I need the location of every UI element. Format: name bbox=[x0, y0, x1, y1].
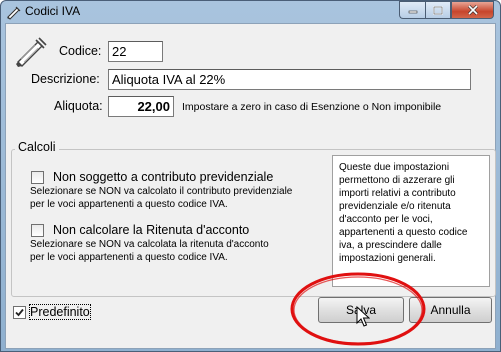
ritenuta-label[interactable]: Non calcolare la Ritenuta d'acconto bbox=[53, 223, 249, 237]
contributo-desc-line-2: per le voci appartenenti a questo codice… bbox=[30, 199, 228, 210]
contributo-desc-line-1: Selezionare se NON va calcolato il contr… bbox=[30, 186, 293, 197]
checkmark-icon bbox=[15, 308, 24, 317]
contributo-description: Selezionare se NON va calcolato il contr… bbox=[30, 185, 340, 211]
ritenuta-checkbox[interactable] bbox=[31, 224, 44, 237]
pen-icon bbox=[7, 6, 21, 20]
contributo-label[interactable]: Non soggetto a contributo previdenziale bbox=[53, 170, 273, 184]
contributo-checkbox[interactable] bbox=[31, 171, 44, 184]
close-button[interactable] bbox=[451, 1, 494, 19]
aliquota-hint: Impostare a zero in caso di Esenzione o … bbox=[182, 101, 442, 113]
ritenuta-description: Selezionare se NON va calcolata la riten… bbox=[30, 238, 340, 264]
annulla-button[interactable]: Annulla bbox=[409, 297, 492, 323]
close-icon bbox=[467, 5, 478, 15]
dialog-window: Codici IVA Codice: 22 Descrizione: Aliqu… bbox=[0, 0, 501, 352]
codice-field[interactable]: 22 bbox=[108, 41, 163, 62]
window-controls bbox=[399, 1, 494, 19]
window-title: Codici IVA bbox=[25, 4, 81, 18]
ritenuta-desc-line-2: per le voci appartenenti a questo codice… bbox=[30, 252, 228, 263]
predefinito-label[interactable]: Predefinito bbox=[29, 304, 91, 320]
dialog-body: Codice: 22 Descrizione: Aliquota IVA al … bbox=[5, 23, 496, 349]
maximize-icon bbox=[433, 5, 443, 15]
predefinito-checkbox[interactable] bbox=[13, 306, 26, 319]
mouse-cursor-icon bbox=[356, 306, 370, 327]
minimize-button[interactable] bbox=[399, 1, 425, 19]
aliquota-field[interactable]: 22,00 bbox=[108, 96, 174, 117]
maximize-button[interactable] bbox=[425, 1, 451, 19]
aliquota-label: Aliquota: bbox=[54, 99, 103, 113]
calcoli-title: Calcoli bbox=[15, 140, 59, 154]
pen-icon bbox=[16, 37, 47, 67]
descrizione-field[interactable]: Aliquota IVA al 22% bbox=[108, 69, 471, 90]
minimize-icon bbox=[408, 10, 417, 14]
ritenuta-desc-line-1: Selezionare se NON va calcolata la riten… bbox=[30, 239, 269, 250]
codice-label: Codice: bbox=[59, 44, 102, 58]
info-textbox: Queste due impostazioni permettono di az… bbox=[332, 155, 490, 287]
titlebar[interactable]: Codici IVA bbox=[1, 1, 500, 23]
descrizione-label: Descrizione: bbox=[31, 72, 100, 86]
